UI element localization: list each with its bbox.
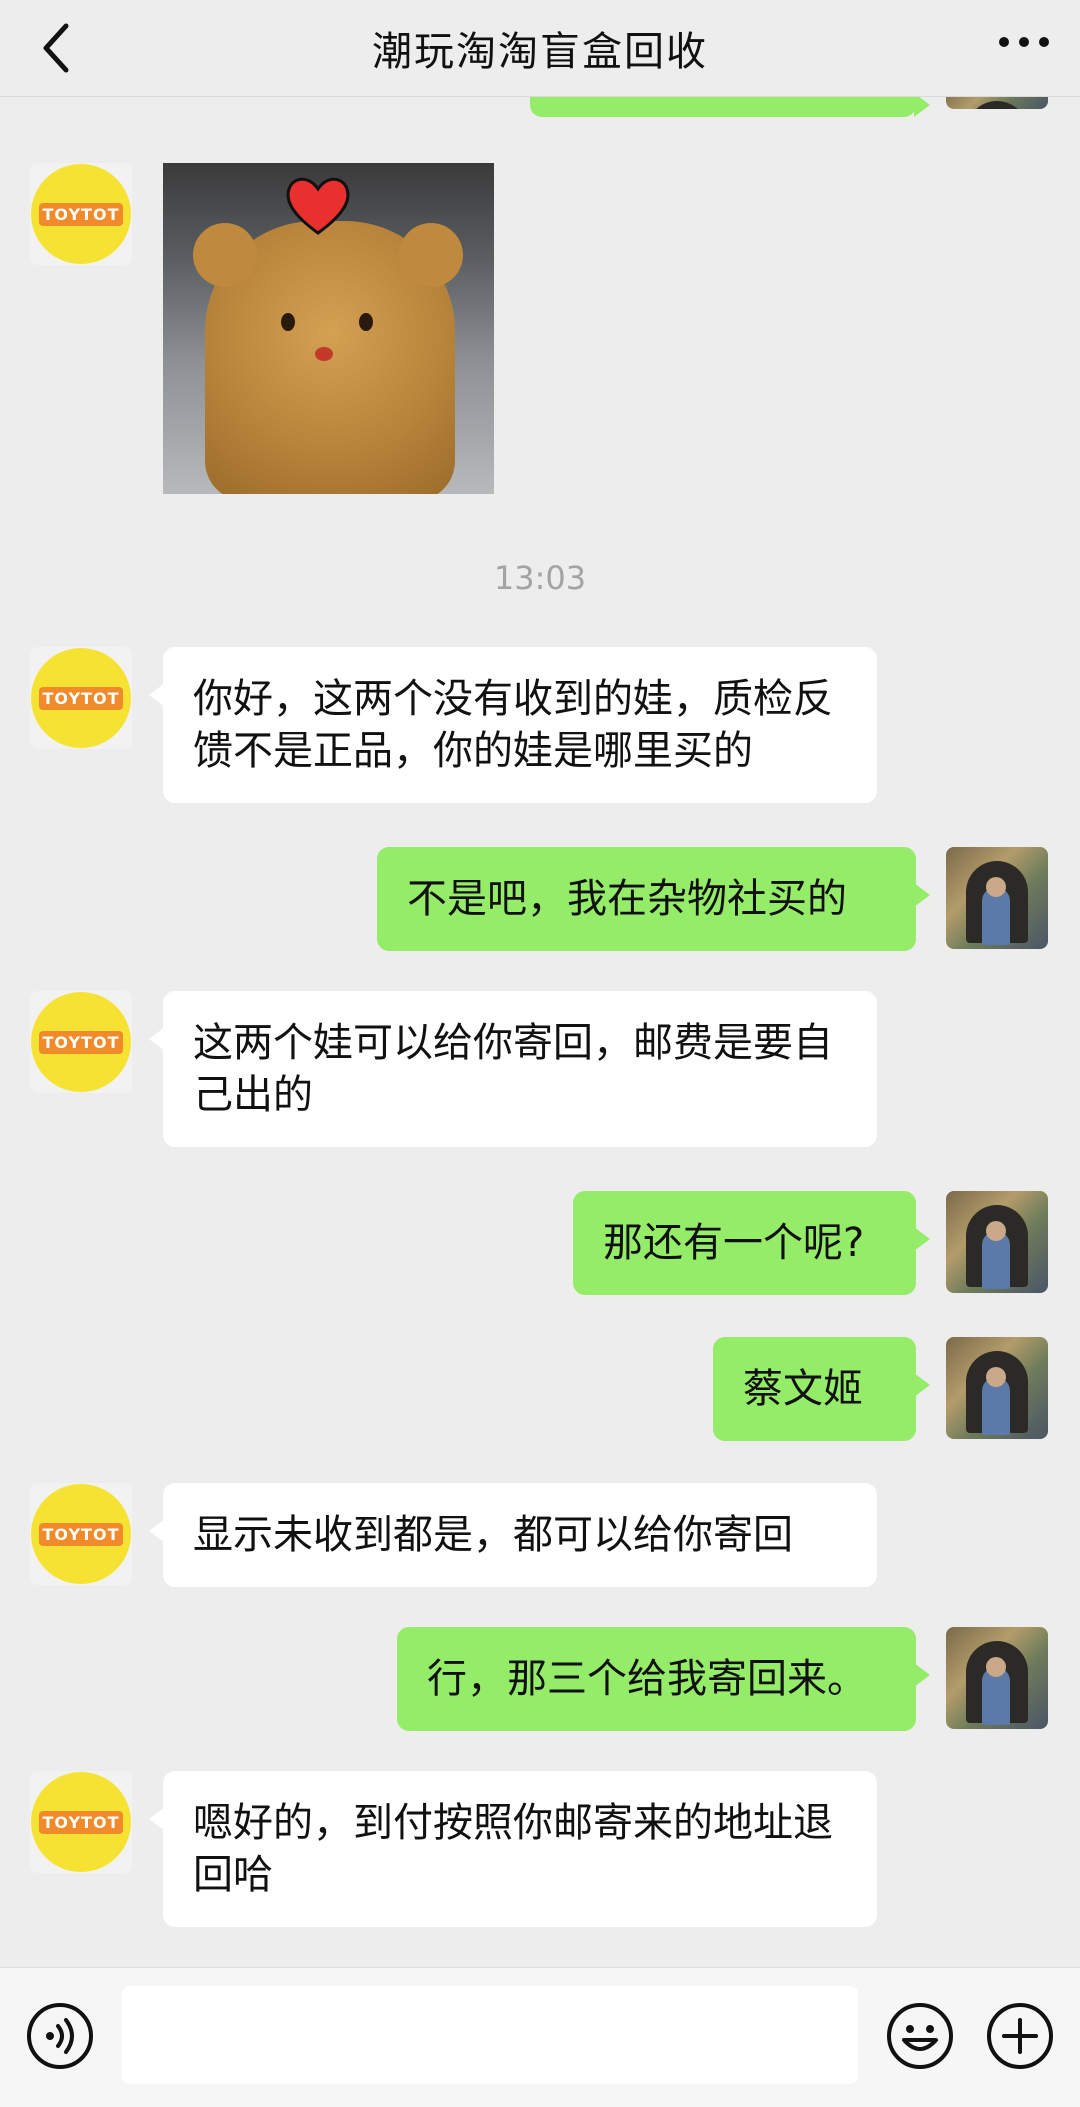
message-bubble[interactable]: 显示未收到都是，都可以给你寄回	[149, 1483, 877, 1587]
shop-logo: TOYTOT	[31, 992, 131, 1092]
user-avatar[interactable]	[946, 1627, 1048, 1729]
emoji-icon[interactable]	[886, 2002, 954, 2070]
back-icon[interactable]	[36, 18, 76, 78]
shop-logo: TOYTOT	[31, 164, 131, 264]
message-list[interactable]: TOYTOT 13:03 TOYTOT 你好，这两个没有收到的娃，质检反馈不是正…	[0, 97, 1080, 1967]
voice-icon[interactable]	[26, 2002, 94, 2070]
bear-ear-left	[193, 223, 257, 287]
avatar-head	[986, 877, 1006, 897]
message-bubble-partial[interactable]	[530, 97, 930, 117]
shop-logo-text: TOYTOT	[38, 1810, 124, 1834]
avatar-head	[986, 1221, 1006, 1241]
user-avatar[interactable]	[946, 97, 1048, 109]
message-input[interactable]	[122, 1986, 858, 2084]
bear-eye-left	[281, 313, 295, 331]
message-bubble[interactable]: 不是吧，我在杂物社买的	[377, 847, 930, 951]
user-avatar[interactable]	[946, 1191, 1048, 1293]
avatar-head	[986, 1657, 1006, 1677]
heart-icon	[286, 177, 350, 235]
shop-logo: TOYTOT	[31, 1772, 131, 1872]
shop-logo-text: TOYTOT	[38, 1522, 124, 1546]
shop-avatar[interactable]: TOYTOT	[30, 647, 132, 749]
shop-logo-text: TOYTOT	[38, 1030, 124, 1054]
timestamp: 13:03	[493, 559, 587, 597]
message-bubble[interactable]: 行，那三个给我寄回来。	[397, 1627, 930, 1731]
bear-eye-right	[359, 313, 373, 331]
message-bubble[interactable]: 那还有一个呢?	[573, 1191, 930, 1295]
shop-avatar[interactable]: TOYTOT	[30, 1771, 132, 1873]
avatar-photo	[966, 101, 1028, 109]
chat-screen: 潮玩淘淘盲盒回收 TOYTOT 13:03 TOYTOT 你好，这两个没有收到的…	[0, 0, 1080, 2107]
plus-icon[interactable]	[986, 2002, 1054, 2070]
more-icon[interactable]	[998, 30, 1050, 54]
avatar-head	[986, 1367, 1006, 1387]
message-bubble[interactable]: 你好，这两个没有收到的娃，质检反馈不是正品，你的娃是哪里买的	[149, 647, 877, 803]
header-bar: 潮玩淘淘盲盒回收	[0, 0, 1080, 97]
bear-ear-right	[399, 223, 463, 287]
shop-avatar[interactable]: TOYTOT	[30, 991, 132, 1093]
chat-title: 潮玩淘淘盲盒回收	[372, 29, 708, 75]
shop-avatar[interactable]: TOYTOT	[30, 163, 132, 265]
shop-logo-text: TOYTOT	[38, 202, 124, 226]
shop-logo-text: TOYTOT	[38, 686, 124, 710]
user-avatar[interactable]	[946, 847, 1048, 949]
bear-nose	[315, 347, 333, 361]
bear-sticker-image[interactable]	[163, 163, 494, 494]
message-bubble[interactable]: 蔡文姬	[713, 1337, 930, 1441]
shop-logo: TOYTOT	[31, 1484, 131, 1584]
shop-avatar[interactable]: TOYTOT	[30, 1483, 132, 1585]
user-avatar[interactable]	[946, 1337, 1048, 1439]
message-bubble[interactable]: 这两个娃可以给你寄回，邮费是要自己出的	[149, 991, 877, 1147]
input-bar	[0, 1967, 1080, 2107]
shop-logo: TOYTOT	[31, 648, 131, 748]
message-bubble[interactable]: 嗯好的，到付按照你邮寄来的地址退回哈	[149, 1771, 877, 1927]
